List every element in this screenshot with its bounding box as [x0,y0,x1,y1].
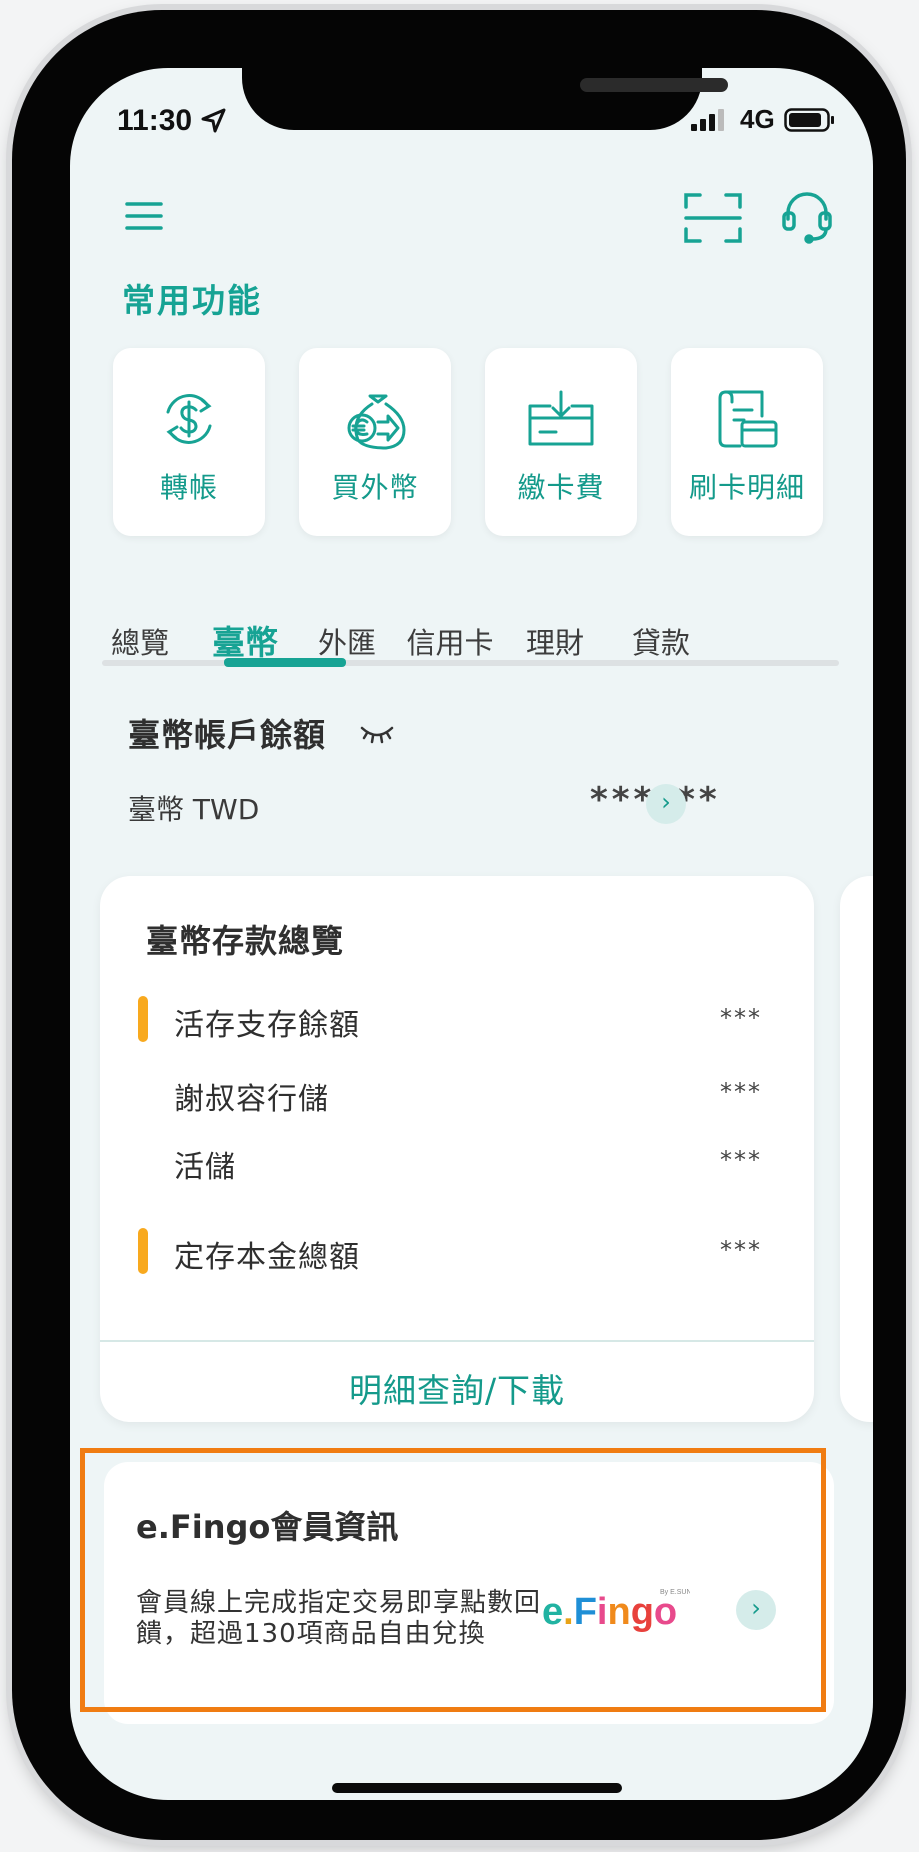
quick-card-payment-label: 繳卡費 [517,471,605,504]
row-marker [138,996,148,1042]
tab-wealth[interactable]: 理財 [500,620,610,662]
card-payment-icon [528,390,594,446]
balance-detail-button[interactable]: › [646,784,686,824]
eye-closed-icon[interactable] [360,720,394,746]
balance-title: 臺幣帳戶餘額 [128,716,327,754]
deposit-card-title: 臺幣存款總覽 [146,922,345,960]
home-indicator[interactable] [332,1783,622,1793]
tab-active-indicator [224,658,346,667]
row-label-time-deposit: 定存本金總額 [174,1240,360,1275]
next-card-peek [840,876,873,1422]
quick-buy-fx-label: 買外幣 [331,471,419,504]
row-value-sub-2: *** [720,1146,762,1174]
row-value-demand: *** [720,1004,762,1032]
deposit-overview-card: 臺幣存款總覽 活存支存餘額 *** 謝叔容行儲 *** 活儲 *** 定存本金總… [100,876,814,1422]
row-label-sub-2: 活儲 [174,1150,236,1185]
speaker [580,78,728,92]
card-statement-icon [718,390,778,448]
card-divider [100,1340,814,1342]
quick-card-payment-button[interactable]: 繳卡費 [485,348,637,536]
chevron-right-icon: › [661,788,671,816]
tab-credit-card[interactable]: 信用卡 [395,620,505,662]
detail-download-link[interactable]: 明細查詢/下載 [100,1364,814,1412]
row-label-demand: 活存支存餘額 [174,1008,360,1043]
headset-icon[interactable] [780,191,834,247]
row-label-sub-1: 謝叔容行儲 [174,1082,329,1117]
currency-bag-icon [347,394,406,450]
tab-loan[interactable]: 貸款 [606,620,716,662]
location-arrow-icon [201,108,226,133]
quick-transfer-button[interactable]: 轉帳 [113,348,265,536]
signal-icon [691,109,724,131]
row-marker [138,1228,148,1274]
battery-icon [784,108,834,132]
quick-access-title: 常用功能 [122,281,262,320]
account-currency-label: 臺幣 TWD [128,793,260,826]
scan-icon[interactable] [684,193,742,243]
transfer-dollar-icon [166,394,212,444]
notch [242,68,728,130]
hamburger-menu-icon[interactable] [124,200,164,232]
tab-overview[interactable]: 總覽 [85,620,195,662]
network-label: 4G [740,104,775,134]
highlight-box [80,1448,826,1712]
row-value-time-deposit: *** [720,1236,762,1264]
quick-buy-fx-button[interactable]: 買外幣 [299,348,451,536]
row-value-sub-1: *** [720,1078,762,1106]
quick-card-statement-label: 刷卡明細 [688,471,805,504]
tab-twd[interactable]: 臺幣 [190,616,300,664]
quick-card-statement-button[interactable]: 刷卡明細 [671,348,823,536]
tab-forex[interactable]: 外匯 [292,620,402,662]
quick-transfer-label: 轉帳 [159,471,218,504]
status-time: 11:30 [117,104,193,137]
tab-track [102,660,839,666]
